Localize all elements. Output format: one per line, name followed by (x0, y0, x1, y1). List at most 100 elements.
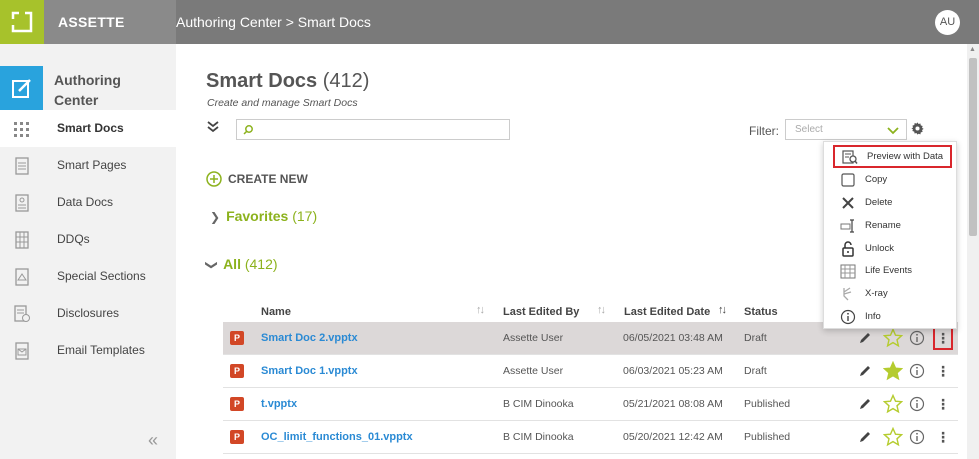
doc-name-link[interactable]: Smart Doc 2.vpptx (261, 322, 358, 355)
scroll-up-arrow-icon[interactable]: ▲ (969, 46, 976, 53)
all-count: (412) (244, 256, 278, 272)
column-header-last-edited-date[interactable]: Last Edited Date (624, 306, 710, 318)
table-row[interactable]: P OC_limit_functions_01.vpptx B CIM Dino… (223, 421, 958, 454)
menu-item-info[interactable]: Info (824, 306, 958, 328)
more-options-icon[interactable]: ⋮ (933, 425, 953, 449)
context-menu: Preview with Data Copy Delete Rename Unl… (823, 141, 957, 329)
sidebar-item-disclosures[interactable]: Disclosures (0, 295, 176, 332)
delete-x-icon (842, 197, 854, 209)
chevron-right-icon: ❯ (210, 210, 221, 224)
last-edited-by: B CIM Dinooka (503, 431, 574, 443)
email-template-icon (15, 342, 29, 360)
sidebar-item-label: Special Sections (57, 269, 146, 283)
sidebar-item-smart-docs[interactable]: Smart Docs (0, 110, 176, 147)
all-label: All (223, 256, 241, 272)
gear-icon[interactable] (911, 122, 924, 135)
menu-item-xray[interactable]: X-ray (824, 283, 958, 305)
star-outline-icon[interactable] (883, 394, 903, 414)
logo-icon (11, 11, 33, 33)
menu-item-copy[interactable]: Copy (824, 169, 958, 191)
info-icon[interactable] (909, 396, 925, 412)
star-filled-icon[interactable] (883, 361, 903, 381)
more-options-icon[interactable]: ⋮ (933, 359, 953, 383)
doc-name-link[interactable]: t.vpptx (261, 388, 297, 421)
all-section-toggle[interactable]: ❯ All (412) (205, 256, 278, 272)
brand-name: ASSETTE (44, 0, 176, 44)
collapse-sidebar-icon[interactable]: « (148, 430, 158, 451)
expand-all-icon[interactable] (206, 120, 220, 134)
sort-desc-icon[interactable]: ↑↓ (718, 304, 727, 316)
pptx-file-icon: P (230, 364, 244, 378)
last-edited-date: 06/03/2021 05:23 AM (623, 365, 723, 377)
info-icon[interactable] (909, 429, 925, 445)
favorites-section-toggle[interactable]: ❯ Favorites (17) (210, 208, 317, 224)
pencil-icon[interactable] (858, 331, 872, 345)
sort-icon[interactable]: ↑↓ (476, 304, 485, 316)
pptx-file-icon: P (230, 430, 244, 444)
search-input[interactable] (259, 122, 504, 137)
app-logo[interactable] (0, 0, 44, 44)
search-box (236, 119, 510, 140)
pencil-icon[interactable] (858, 364, 872, 378)
copy-icon (841, 173, 855, 187)
menu-item-life-events[interactable]: Life Events (824, 260, 958, 282)
doc-name-link[interactable]: OC_limit_functions_01.vpptx (261, 421, 413, 454)
top-bar: ASSETTE Authoring Center > Smart Docs AU (0, 0, 979, 44)
sidebar-item-label: Data Docs (57, 195, 114, 209)
filter-label: Filter: (749, 124, 779, 138)
menu-item-label: Copy (865, 174, 888, 185)
sidebar-item-label: DDQs (57, 232, 90, 246)
sidebar-item-data-docs[interactable]: Data Docs (0, 184, 176, 221)
sidebar-item-label: Email Templates (57, 343, 145, 357)
menu-item-label: Info (865, 311, 881, 322)
chevron-down-icon (887, 127, 899, 135)
favorites-count: (17) (292, 208, 318, 224)
menu-item-delete[interactable]: Delete (824, 192, 958, 214)
more-options-icon[interactable]: ⋮ (933, 326, 953, 350)
star-outline-icon[interactable] (883, 328, 903, 348)
pencil-icon[interactable] (858, 397, 872, 411)
menu-item-rename[interactable]: Rename (824, 215, 958, 237)
table-row[interactable]: P t.vpptx B CIM Dinooka 05/21/2021 08:08… (223, 388, 958, 421)
last-edited-by: B CIM Dinooka (503, 398, 574, 410)
sort-icon[interactable]: ↑↓ (597, 304, 606, 316)
ddq-icon (15, 231, 29, 249)
last-edited-date: 06/05/2021 03:48 AM (623, 332, 723, 344)
info-icon[interactable] (909, 330, 925, 346)
menu-item-label: Preview with Data (867, 151, 944, 162)
sidebar-header: Authoring Center (0, 66, 176, 110)
sidebar-item-ddqs[interactable]: DDQs (0, 221, 176, 258)
page-icon (15, 157, 29, 175)
sidebar-item-email-templates[interactable]: Email Templates (0, 332, 176, 369)
column-header-last-edited-by[interactable]: Last Edited By (503, 306, 579, 318)
status-text: Draft (744, 332, 767, 344)
scrollbar-thumb[interactable] (969, 58, 977, 236)
doc-name-link[interactable]: Smart Doc 1.vpptx (261, 355, 358, 388)
page-subtitle: Create and manage Smart Docs (207, 97, 358, 109)
menu-item-preview-with-data[interactable]: Preview with Data (833, 145, 952, 168)
column-header-name[interactable]: Name (261, 306, 291, 318)
sidebar-item-smart-pages[interactable]: Smart Pages (0, 147, 176, 184)
rename-icon (840, 219, 854, 233)
sidebar-item-label: Smart Pages (57, 158, 127, 172)
pencil-icon[interactable] (858, 430, 872, 444)
favorites-label: Favorites (226, 208, 289, 224)
menu-item-label: X-ray (865, 288, 888, 299)
sidebar: Authoring Center Smart Docs Smart Pages … (0, 44, 176, 459)
page-title: Smart Docs (412) (206, 70, 369, 93)
sidebar-item-special-sections[interactable]: Special Sections (0, 258, 176, 295)
menu-item-unlock[interactable]: Unlock (824, 238, 958, 260)
filter-select[interactable]: Select (785, 119, 907, 140)
vertical-scrollbar[interactable]: ▲ (967, 44, 979, 459)
info-icon[interactable] (909, 363, 925, 379)
more-options-icon[interactable]: ⋮ (933, 392, 953, 416)
last-edited-by: Assette User (503, 332, 564, 344)
status-text: Published (744, 398, 791, 410)
star-outline-icon[interactable] (883, 427, 903, 447)
grid-dots-icon (14, 122, 29, 137)
column-header-status[interactable]: Status (744, 306, 778, 318)
special-section-icon (15, 268, 29, 286)
user-avatar[interactable]: AU (935, 10, 960, 35)
table-row[interactable]: P Smart Doc 1.vpptx Assette User 06/03/2… (223, 355, 958, 388)
status-text: Draft (744, 365, 767, 377)
